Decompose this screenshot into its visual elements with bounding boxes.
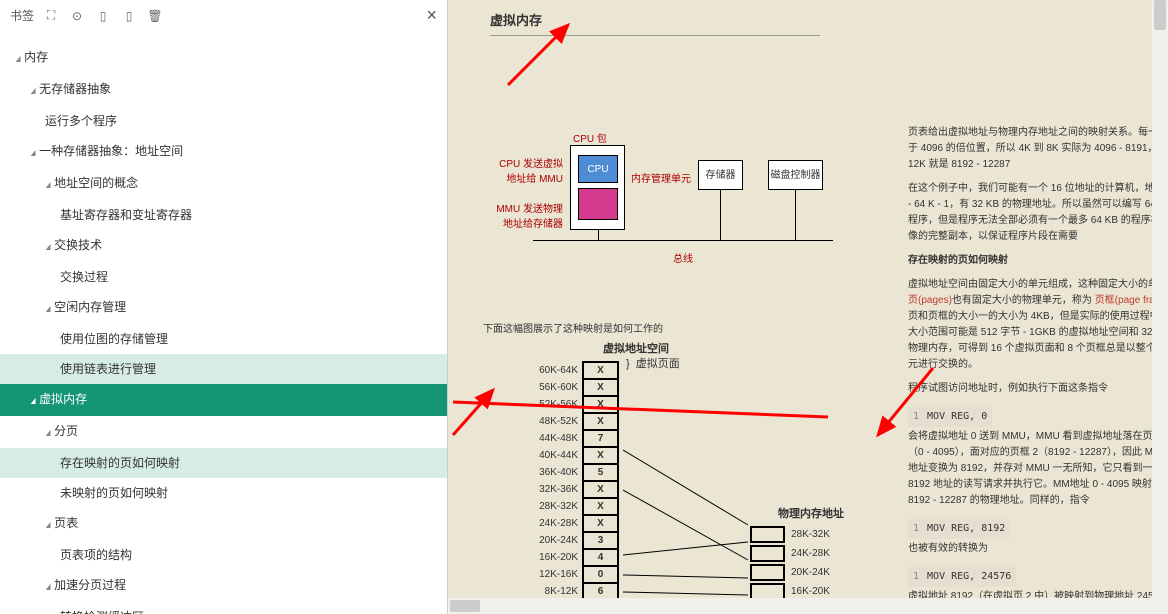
tree-node[interactable]: 内存	[0, 42, 447, 74]
close-icon[interactable]: ×	[426, 5, 437, 26]
tree-node[interactable]: 使用链表进行管理	[0, 354, 447, 384]
tree-node[interactable]: 加速分页过程	[0, 570, 447, 602]
bookmark-sidebar: 书签 ⛶ ⊙ ▯ ▯ 🗑 × 内存无存储器抽象运行多个程序一种存储器抽象：地址空…	[0, 0, 448, 614]
tree-node[interactable]: 使用位图的存储管理	[0, 324, 447, 354]
tree-node[interactable]: 基址寄存器和变址寄存器	[0, 200, 447, 230]
tree-node[interactable]: 无存储器抽象	[0, 74, 447, 106]
expand-icon[interactable]: ⛶	[44, 9, 58, 23]
tree-node[interactable]: 地址空间的概念	[0, 168, 447, 200]
diagram-caption: 下面这幅图展示了这种映射是如何工作的	[483, 320, 663, 335]
tree-node[interactable]: 存在映射的页如何映射	[0, 448, 447, 478]
tree-node[interactable]: 未映射的页如何映射	[0, 478, 447, 508]
vertical-scrollbar[interactable]	[1152, 0, 1168, 614]
heading-text: 虚拟内存	[490, 10, 820, 36]
cpu-block: CPU	[578, 155, 618, 183]
sidebar-tool-icons: ⛶ ⊙ ▯ ▯ 🗑	[44, 9, 162, 23]
disk-block: 磁盘控制器	[768, 160, 823, 190]
vmem-title: 虚拟地址空间	[603, 340, 669, 356]
phys-title: 物理内存地址	[778, 505, 854, 521]
brace-label: } 虚拟页面	[626, 355, 680, 371]
bookmark-remove-icon[interactable]: ▯	[122, 9, 136, 23]
mem-block: 存储器	[698, 160, 743, 190]
bookmark-add-icon[interactable]: ▯	[96, 9, 110, 23]
locate-icon[interactable]: ⊙	[70, 9, 84, 23]
cpu-pkg-label: CPU 包	[573, 130, 607, 145]
tree-node[interactable]: 虚拟内存	[0, 384, 447, 416]
cpu-desc1: CPU 发送虚拟地址给 MMU	[478, 155, 563, 185]
mem-unit-label: 内存管理单元	[631, 170, 691, 185]
vmem-table: 虚拟地址空间 60K-64KX56K-60KX52K-56KX48K-52KX4…	[518, 340, 669, 601]
tree-node[interactable]: 运行多个程序	[0, 106, 447, 136]
bus-label: 总线	[673, 250, 693, 265]
tree-node[interactable]: 空闲内存管理	[0, 292, 447, 324]
tree-node[interactable]: 一种存储器抽象：地址空间	[0, 136, 447, 168]
sidebar-header: 书签 ⛶ ⊙ ▯ ▯ 🗑 ×	[0, 0, 447, 32]
tree-node[interactable]: 转换检测缓冲区	[0, 602, 447, 614]
document-viewer: 虚拟内存 CPU 包 CPU CPU 发送虚拟地址给 MMU MMU 发送物理地…	[448, 0, 1168, 614]
mmu-desc: MMU 发送物理地址给存储器	[478, 200, 563, 230]
tree-node[interactable]: 页表	[0, 508, 447, 540]
delete-icon[interactable]: 🗑	[148, 9, 162, 23]
horizontal-scrollbar[interactable]	[448, 598, 1168, 614]
cpu-diagram: CPU 包 CPU CPU 发送虚拟地址给 MMU MMU 发送物理地址给存储器…	[483, 130, 843, 290]
sidebar-title: 书签	[10, 7, 34, 24]
doc-heading: 虚拟内存	[490, 10, 820, 36]
article-text: 页表给出虚拟地址与物理内存地址之间的映射关系。每一页起始于 4096 的倍位置，…	[908, 125, 1168, 614]
tree-node[interactable]: 交换技术	[0, 230, 447, 262]
tree-node[interactable]: 交换过程	[0, 262, 447, 292]
tree-node[interactable]: 分页	[0, 416, 447, 448]
bookmark-tree: 内存无存储器抽象运行多个程序一种存储器抽象：地址空间地址空间的概念基址寄存器和变…	[0, 32, 447, 614]
tree-node[interactable]: 页表项的结构	[0, 540, 447, 570]
